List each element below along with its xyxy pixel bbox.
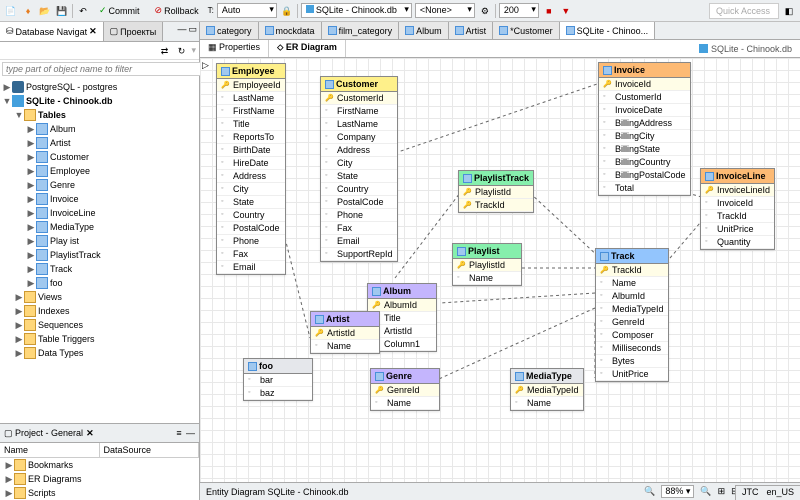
project-col-datasource[interactable]: DataSource <box>100 443 200 457</box>
tree-node-postgresql-postgres[interactable]: ▶PostgreSQL - postgres <box>2 80 197 94</box>
entity-invoiceline[interactable]: InvoiceLine🔑InvoiceLineId◦InvoiceId◦Trac… <box>700 168 775 250</box>
entity-invoice[interactable]: Invoice🔑InvoiceId◦CustomerId◦InvoiceDate… <box>598 62 691 196</box>
refresh-icon[interactable]: ↻ <box>174 44 188 58</box>
stop-icon[interactable]: ■ <box>542 4 556 18</box>
tab-database-navigator[interactable]: ⛁Database Navigat ✕ <box>0 22 104 41</box>
entity-mediatype[interactable]: MediaType🔑MediaTypeId◦Name <box>510 368 584 411</box>
project-item[interactable]: ▶ER Diagrams <box>0 472 199 486</box>
tree-node-views[interactable]: ▶Views <box>2 290 197 304</box>
project-item[interactable]: ▶Bookmarks <box>0 458 199 472</box>
entity-track[interactable]: Track🔑TrackId◦Name◦AlbumId◦MediaTypeId◦G… <box>595 248 669 382</box>
tab-projects[interactable]: ▢Проекты <box>104 22 164 41</box>
editor-tab[interactable]: SQLite - Chinoo... <box>560 22 656 39</box>
undo-icon[interactable]: ↶ <box>76 4 90 18</box>
editor-tabs: categorymockdatafilm_categoryAlbumArtist… <box>200 22 800 40</box>
tree-node-tables[interactable]: ▼Tables <box>2 108 197 122</box>
settings-icon[interactable]: ⚙ <box>478 4 492 18</box>
entity-customer[interactable]: Customer🔑CustomerId◦FirstName◦LastName◦C… <box>320 76 398 262</box>
open-icon[interactable]: 📂 <box>38 4 52 18</box>
perspective-icon[interactable]: ◧ <box>782 4 796 18</box>
editor-area: categorymockdatafilm_categoryAlbumArtist… <box>200 22 800 500</box>
tx-mode-combo[interactable]: Auto <box>217 3 277 18</box>
main-toolbar: 📄 ♦ 📂 💾 ↶ ✓Commit ⊘Rollback T: Auto 🔒 SQ… <box>0 0 800 22</box>
grid-icon[interactable]: ⊞ <box>718 486 726 497</box>
locale-bar: JTCen_US <box>735 485 800 500</box>
editor-tab[interactable]: film_category <box>322 22 400 39</box>
lock-icon[interactable]: 🔒 <box>280 4 294 18</box>
entity-artist[interactable]: Artist🔑ArtistId◦Name <box>310 311 380 354</box>
navigator-tree[interactable]: ▶PostgreSQL - postgres▼SQLite - Chinook.… <box>0 78 199 423</box>
save-icon[interactable]: 💾 <box>55 4 69 18</box>
tree-node-customer[interactable]: ▶Customer <box>2 150 197 164</box>
editor-tab[interactable]: Artist <box>449 22 494 39</box>
canvas-toggle-icon[interactable]: ▷ <box>202 60 209 71</box>
tree-node-invoiceline[interactable]: ▶InvoiceLine <box>2 206 197 220</box>
editor-tab[interactable]: *Customer <box>493 22 560 39</box>
commit-button[interactable]: ✓Commit <box>93 2 146 19</box>
tree-node-play-ist[interactable]: ▶Play ist <box>2 234 197 248</box>
sql-icon[interactable]: ♦ <box>21 4 35 18</box>
er-diagram-canvas[interactable]: ▷ Employee🔑EmployeeId◦LastName◦FirstName… <box>200 58 800 482</box>
project-items: ▶Bookmarks▶ER Diagrams▶Scripts <box>0 458 199 500</box>
tree-node-track[interactable]: ▶Track <box>2 262 197 276</box>
tree-node-foo[interactable]: ▶foo <box>2 276 197 290</box>
subtab-er-diagram[interactable]: ⬦ ER Diagram <box>269 40 346 57</box>
project-panel: ▢ Project - General ✕ ≡ — Name DataSourc… <box>0 423 199 500</box>
tree-node-artist[interactable]: ▶Artist <box>2 136 197 150</box>
status-text: Entity Diagram SQLite - Chinook.db <box>206 487 349 497</box>
subtab-properties[interactable]: ▦ Properties <box>200 40 269 57</box>
zoom-in-icon[interactable]: 🔍 <box>700 486 711 497</box>
tree-node-indexes[interactable]: ▶Indexes <box>2 304 197 318</box>
project-item[interactable]: ▶Scripts <box>0 486 199 500</box>
left-sidebar: ⛁Database Navigat ✕ ▢Проекты —▭ ⇄ ↻ ▾ ▶P… <box>0 22 200 500</box>
entity-genre[interactable]: Genre🔑GenreId◦Name <box>370 368 440 411</box>
tree-node-mediatype[interactable]: ▶MediaType <box>2 220 197 234</box>
tree-node-sequences[interactable]: ▶Sequences <box>2 318 197 332</box>
maximize-icon[interactable]: ▭ <box>188 24 197 39</box>
new-icon[interactable]: 📄 <box>4 4 18 18</box>
tree-node-table-triggers[interactable]: ▶Table Triggers <box>2 332 197 346</box>
schema-combo[interactable]: <None> <box>415 3 475 18</box>
entity-playlisttrack[interactable]: PlaylistTrack🔑PlaylistId🔑TrackId <box>458 170 534 213</box>
tree-node-album[interactable]: ▶Album <box>2 122 197 136</box>
rollback-button[interactable]: ⊘Rollback <box>149 2 205 19</box>
search2-icon[interactable]: 🔍 <box>644 486 655 497</box>
tree-node-genre[interactable]: ▶Genre <box>2 178 197 192</box>
zoom-combo[interactable]: 88% ▾ <box>661 485 694 498</box>
project-title: Project - General <box>15 428 83 438</box>
status-bar: Entity Diagram SQLite - Chinook.db 🔍 88%… <box>200 482 800 500</box>
tree-node-invoice[interactable]: ▶Invoice <box>2 192 197 206</box>
minimize-icon[interactable]: — <box>186 428 195 438</box>
limit-combo[interactable]: 200 <box>499 3 539 18</box>
project-config-icon[interactable]: ≡ <box>172 426 186 440</box>
link-icon[interactable]: ⇄ <box>157 44 171 58</box>
editor-tab[interactable]: category <box>200 22 259 39</box>
tree-node-playlisttrack[interactable]: ▶PlaylistTrack <box>2 248 197 262</box>
navigator-filter-input[interactable] <box>2 62 201 76</box>
entity-playlist[interactable]: Playlist🔑PlaylistId◦Name <box>452 243 522 286</box>
quick-access-input[interactable]: Quick Access <box>709 3 779 19</box>
tree-node-employee[interactable]: ▶Employee <box>2 164 197 178</box>
entity-foo[interactable]: foo◦bar◦baz <box>243 358 313 401</box>
minimize-icon[interactable]: — <box>177 24 186 39</box>
run-icon[interactable]: ▼ <box>559 4 573 18</box>
tree-node-data-types[interactable]: ▶Data Types <box>2 346 197 360</box>
database-combo[interactable]: SQLite - Chinook.db <box>301 3 412 18</box>
project-col-name[interactable]: Name <box>0 443 100 457</box>
editor-tab[interactable]: mockdata <box>259 22 322 39</box>
editor-tab[interactable]: Album <box>399 22 449 39</box>
entity-employee[interactable]: Employee🔑EmployeeId◦LastName◦FirstName◦T… <box>216 63 286 275</box>
breadcrumb: SQLite - Chinook.db <box>691 40 800 57</box>
tree-node-sqlite-chinook-db[interactable]: ▼SQLite - Chinook.db <box>2 94 197 108</box>
